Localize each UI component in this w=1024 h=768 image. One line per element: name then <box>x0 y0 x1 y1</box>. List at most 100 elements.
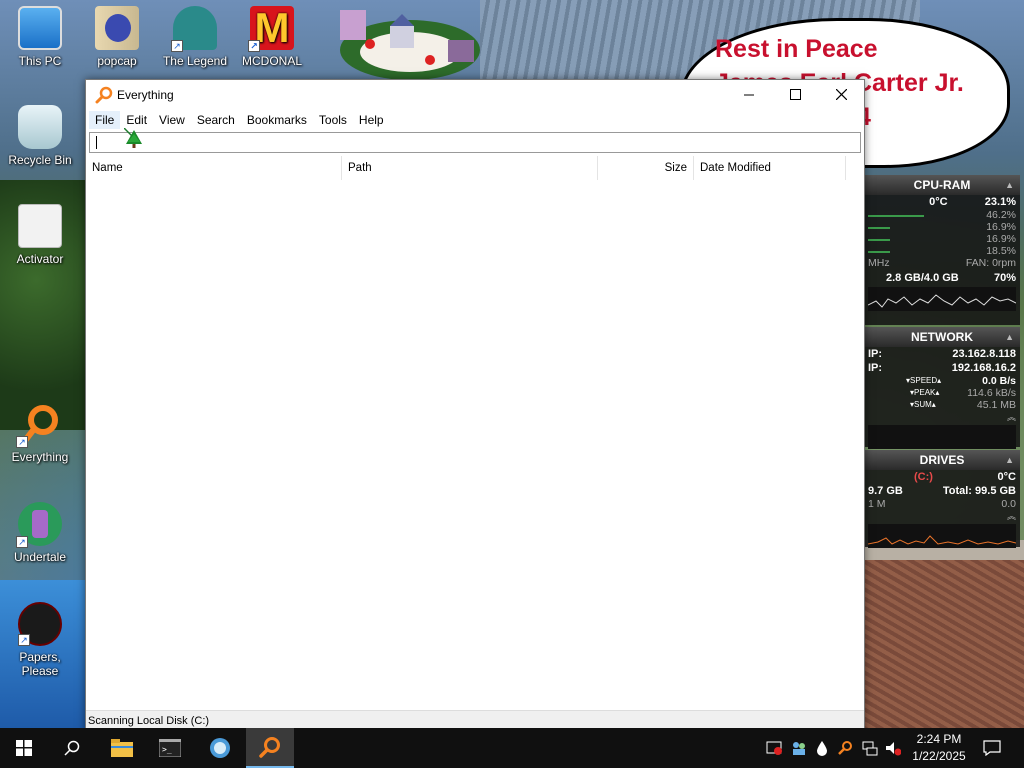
desktop-icon-undertale[interactable]: ↗ Undertale <box>0 502 80 564</box>
local-ip-row: IP: 192.168.16.2 <box>864 361 1020 375</box>
peak-row: ▾PEAK▴ 114.6 kB/s <box>910 387 1016 399</box>
terminal-icon: >_ <box>159 739 181 757</box>
start-button[interactable] <box>0 728 48 768</box>
collapse-icon[interactable]: ▲ <box>1005 450 1014 470</box>
text-caret <box>96 136 97 149</box>
drive-total: Total: 99.5 GB <box>942 485 1016 497</box>
cpu-ram-gadget: CPU-RAM ▲ 0°C 23.1% 46.2% 16.9% 16.9% 18… <box>864 175 1020 325</box>
expand-icon[interactable]: ︽ <box>1007 411 1016 423</box>
tray-record-icon[interactable] <box>766 740 782 756</box>
menu-edit[interactable]: Edit <box>120 111 153 129</box>
gadget-title: NETWORK <box>911 330 973 344</box>
minimize-button[interactable] <box>726 80 772 109</box>
column-header-name[interactable]: Name <box>86 156 342 180</box>
collapse-icon[interactable]: ▲ <box>1005 327 1014 347</box>
maximize-button[interactable] <box>772 80 818 109</box>
drives-gadget: DRIVES ▲ (C:) 0°C 9.7 GB Total: 99.5 GB 1 … <box>864 450 1020 548</box>
core-usage: 16.9% <box>986 221 1016 233</box>
column-header-size[interactable]: Size <box>598 156 694 180</box>
drives-header: DRIVES ▲ <box>864 450 1020 470</box>
browser-globe-icon <box>210 738 230 758</box>
status-bar: Scanning Local Disk (C:) <box>86 710 864 730</box>
core-usage: 16.9% <box>986 233 1016 245</box>
desktop-icon-the-legend[interactable]: ↗ The Legend <box>155 6 235 68</box>
public-ip-row: IP: 23.162.8.118 <box>864 347 1020 361</box>
everything-magnifier-icon: ↗ <box>16 402 62 448</box>
undertale-character-icon: ↗ <box>16 502 62 548</box>
title-bar[interactable]: Everything <box>86 80 864 109</box>
taskbar-search-button[interactable] <box>48 728 96 768</box>
taskbar-clock[interactable]: 2:24 PM 1/22/2025 <box>905 731 973 765</box>
popcap-folder-icon <box>95 6 139 50</box>
close-button[interactable] <box>818 80 864 109</box>
close-icon <box>835 89 847 100</box>
gadget-title: CPU-RAM <box>913 178 971 192</box>
desktop-icon-activator[interactable]: Activator <box>0 204 80 266</box>
windows-logo-icon <box>16 740 32 756</box>
speed-label: SPEED <box>910 376 938 385</box>
everything-app-icon <box>95 86 113 103</box>
menu-search[interactable]: Search <box>191 111 241 129</box>
menu-help[interactable]: Help <box>353 111 390 129</box>
column-header-path[interactable]: Path <box>342 156 598 180</box>
menu-view[interactable]: View <box>153 111 191 129</box>
desktop-icon-label: MCDONAL <box>241 54 302 68</box>
menu-tools[interactable]: Tools <box>313 111 353 129</box>
taskbar-everything[interactable] <box>246 728 294 768</box>
desktop-icon-this-pc[interactable]: This PC <box>0 6 80 68</box>
search-input[interactable] <box>89 132 861 153</box>
shortcut-arrow-icon: ↗ <box>18 634 30 646</box>
drive-rate-label: 1 M <box>868 498 886 510</box>
peak-label: PEAK <box>914 388 936 397</box>
cpu-temp: 0°C <box>929 196 948 208</box>
drive-temp: 0°C <box>997 471 1016 483</box>
christmas-tree-cursor-icon <box>124 128 142 148</box>
desktop-icon-recycle-bin[interactable]: Recycle Bin <box>0 105 80 167</box>
results-list[interactable] <box>86 180 864 710</box>
column-header-date-modified[interactable]: Date Modified <box>694 156 846 180</box>
file-icon <box>18 204 62 248</box>
tray-drop-icon[interactable] <box>814 740 830 756</box>
cpu-total: 23.1% <box>984 196 1016 208</box>
mcdonalds-logo-icon: M ↗ <box>248 6 294 52</box>
tray-people-icon[interactable] <box>791 740 807 756</box>
recycle-bin-icon <box>18 105 62 149</box>
tray-everything-icon[interactable] <box>837 740 853 756</box>
folder-icon <box>111 739 133 757</box>
ram-graph <box>868 287 1016 311</box>
action-center-button[interactable] <box>968 728 1016 768</box>
taskbar: >_ 2:24 PM 1/22/2025 <box>0 728 1024 768</box>
cpu-total-row: 0°C 23.1% <box>864 195 1020 209</box>
tray-network-icon[interactable] <box>862 740 878 756</box>
ram-row: 2.8 GB/4.0 GB 70% <box>864 271 1020 285</box>
network-header: NETWORK ▲ <box>864 327 1020 347</box>
menu-bookmarks[interactable]: Bookmarks <box>241 111 313 129</box>
clock-time: 2:24 PM <box>916 732 962 746</box>
sum-label: SUM <box>914 400 932 409</box>
drives-expand-row: ︽ <box>864 510 1020 522</box>
drive-space-row: 9.7 GB Total: 99.5 GB <box>864 484 1020 498</box>
net-speed: 0.0 B/s <box>982 375 1016 387</box>
collapse-icon[interactable]: ▲ <box>1005 175 1014 195</box>
expand-icon[interactable]: ︽ <box>1007 510 1016 522</box>
taskbar-terminal[interactable]: >_ <box>146 728 194 768</box>
desktop-icon-label: The Legend <box>162 54 228 68</box>
network-graph <box>868 425 1016 449</box>
drive-graph <box>868 524 1016 548</box>
net-sum: 45.1 MB <box>976 399 1016 411</box>
desktop-icon-papers-please[interactable]: ↗ Papers, Please <box>0 602 80 678</box>
search-icon <box>64 740 80 756</box>
desktop-icon-popcap[interactable]: popcap <box>77 6 157 68</box>
taskbar-file-explorer[interactable] <box>98 728 146 768</box>
ip-label: IP: <box>868 362 883 374</box>
desktop-icon-mcdonalds[interactable]: M ↗ MCDONAL <box>232 6 312 69</box>
desktop-icon-label: Recycle Bin <box>8 153 72 167</box>
cpu-core-row: 18.5% <box>864 245 1020 257</box>
drive-free: 9.7 GB <box>868 485 903 497</box>
cpu-ram-header: CPU-RAM ▲ <box>864 175 1020 195</box>
tray-volume-muted-icon[interactable] <box>885 740 901 756</box>
menu-file[interactable]: File <box>89 111 121 129</box>
monitor-icon <box>18 6 62 50</box>
desktop-icon-everything[interactable]: ↗ Everything <box>0 402 80 464</box>
taskbar-browser[interactable] <box>196 728 244 768</box>
